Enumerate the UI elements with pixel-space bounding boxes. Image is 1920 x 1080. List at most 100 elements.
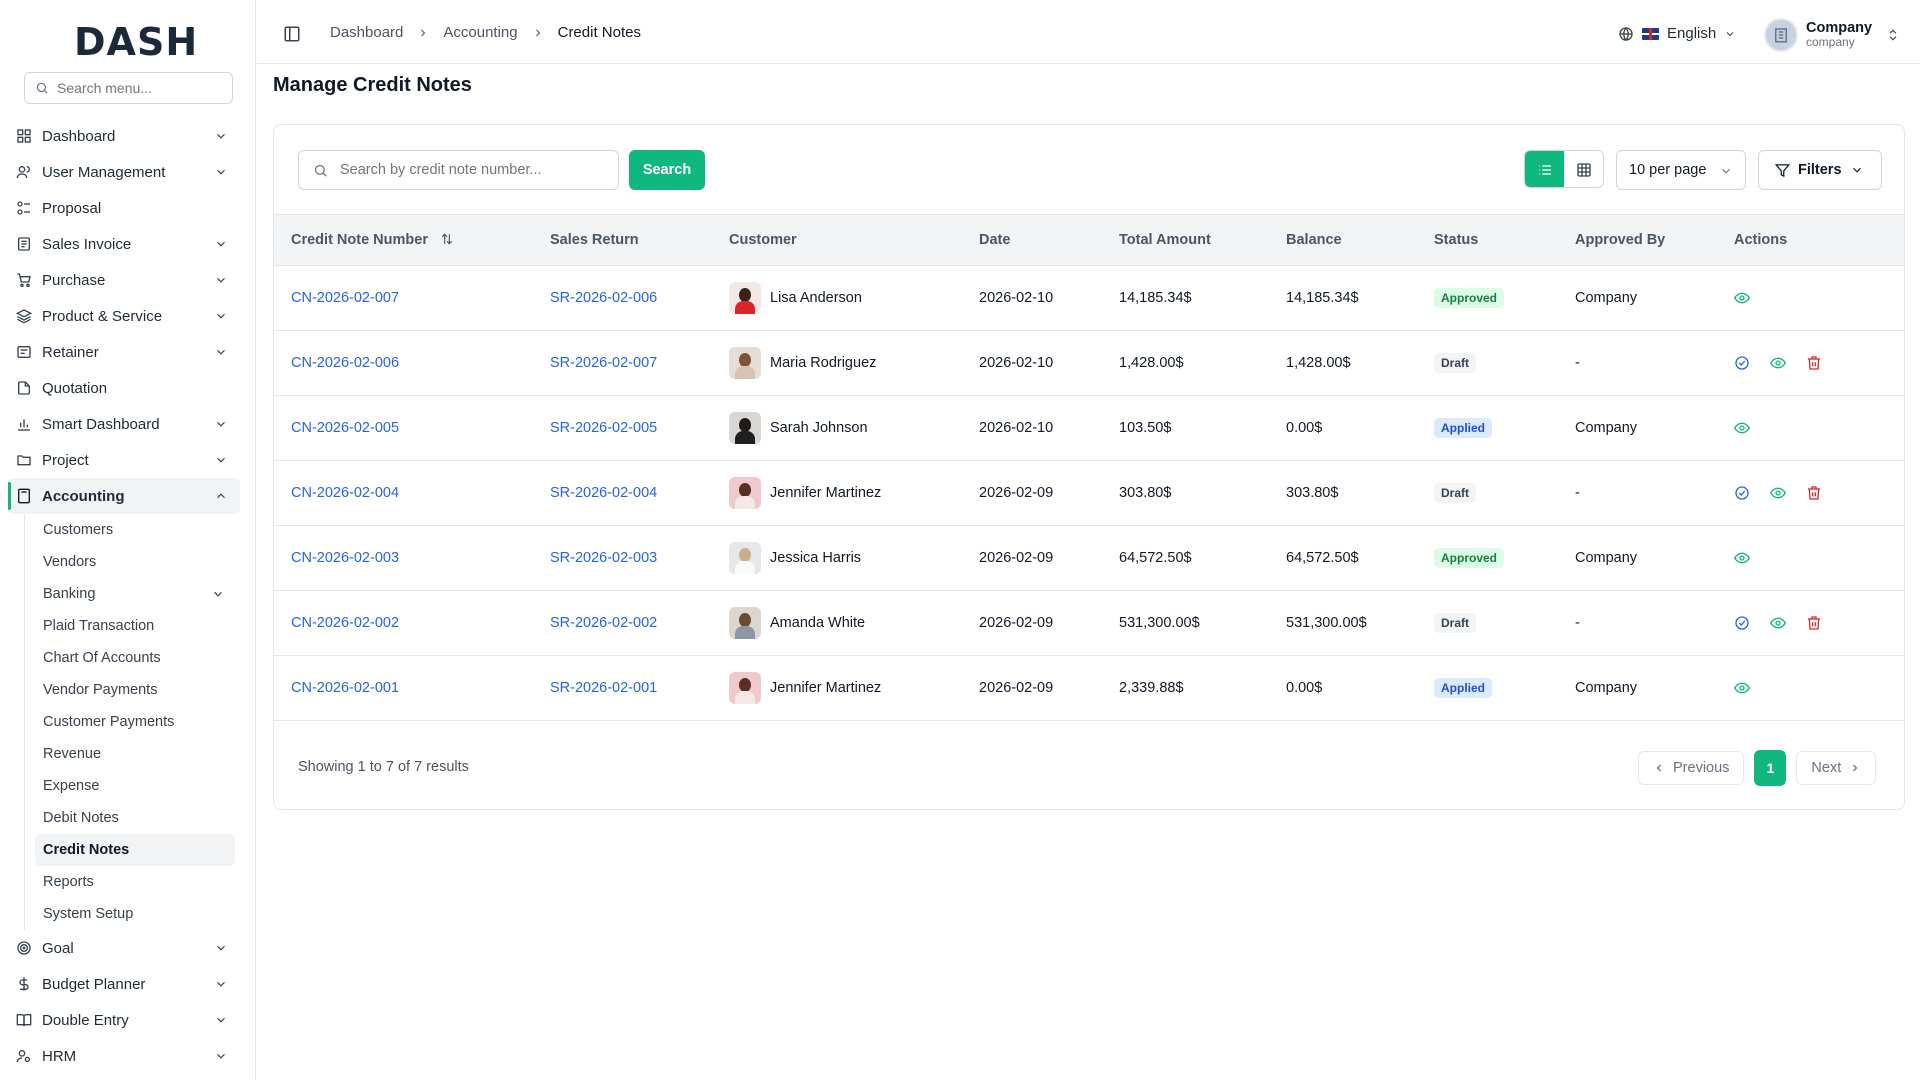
sales-return-link[interactable]: SR-2026-02-005 xyxy=(533,395,712,460)
credit-note-number-link[interactable]: CN-2026-02-003 xyxy=(274,525,533,590)
sidebar-item-budget-planner[interactable]: Budget Planner xyxy=(8,966,240,1002)
sidebar-item-sales-invoice[interactable]: Sales Invoice xyxy=(8,226,240,262)
sidebar-subitem-customer-payments[interactable]: Customer Payments xyxy=(35,706,235,738)
sidebar-item-product-service[interactable]: Product & Service xyxy=(8,298,240,334)
company-switcher[interactable]: Company company xyxy=(1764,18,1900,52)
sidebar-item-label: Double Entry xyxy=(42,1011,129,1029)
view-toggle xyxy=(1524,150,1604,188)
page-number-button[interactable]: 1 xyxy=(1754,750,1787,786)
column-header-label: Credit Note Number xyxy=(291,231,428,248)
search-input[interactable] xyxy=(340,162,610,178)
credit-note-number-link[interactable]: CN-2026-02-005 xyxy=(274,395,533,460)
results-summary: Showing 1 to 7 of 7 results xyxy=(298,759,469,775)
approve-icon[interactable] xyxy=(1734,355,1750,371)
sidebar-subitem-expense[interactable]: Expense xyxy=(35,770,235,802)
next-page-button[interactable]: Next xyxy=(1796,751,1877,785)
search-box[interactable] xyxy=(298,150,619,190)
sort-icon[interactable] xyxy=(440,232,454,246)
customer-avatar xyxy=(729,281,761,314)
balance-cell: 64,572.50$ xyxy=(1286,549,1359,566)
status-badge: Approved xyxy=(1434,287,1505,308)
sales-return-link[interactable]: SR-2026-02-004 xyxy=(533,460,712,525)
column-header-credit-note-number[interactable]: Credit Note Number xyxy=(274,215,533,266)
previous-page-button[interactable]: Previous xyxy=(1638,751,1745,785)
view-icon[interactable] xyxy=(1770,615,1786,631)
sidebar-item-double-entry[interactable]: Double Entry xyxy=(8,1002,240,1038)
sales-return-link[interactable]: SR-2026-02-007 xyxy=(533,330,712,395)
total-amount-cell: 531,300.00$ xyxy=(1119,614,1200,631)
filters-button[interactable]: Filters xyxy=(1758,150,1882,190)
language-label: English xyxy=(1667,25,1717,42)
column-header-sales-return: Sales Return xyxy=(533,215,712,266)
breadcrumb-accounting[interactable]: Accounting xyxy=(443,24,517,41)
customer-name: Maria Rodriguez xyxy=(770,354,877,371)
view-icon[interactable] xyxy=(1734,550,1750,566)
delete-icon[interactable] xyxy=(1806,615,1822,631)
credit-note-number-link[interactable]: CN-2026-02-007 xyxy=(274,265,533,330)
view-icon[interactable] xyxy=(1770,355,1786,371)
delete-icon[interactable] xyxy=(1806,355,1822,371)
credit-note-number-link[interactable]: CN-2026-02-006 xyxy=(274,330,533,395)
delete-icon[interactable] xyxy=(1806,485,1822,501)
customer-name: Sarah Johnson xyxy=(770,419,868,436)
sidebar-subitem-banking[interactable]: Banking xyxy=(35,578,235,610)
sidebar-item-proposal[interactable]: Proposal xyxy=(8,190,240,226)
sidebar-subitem-chart-of-accounts[interactable]: Chart Of Accounts xyxy=(35,642,235,674)
sidebar-item-retainer[interactable]: Retainer xyxy=(8,334,240,370)
search-button[interactable]: Search xyxy=(629,150,705,190)
sidebar-subitem-revenue[interactable]: Revenue xyxy=(35,738,235,770)
pagination: Previous 1 Next xyxy=(1638,750,1877,786)
table-row: CN-2026-02-003 SR-2026-02-003 Jessica Ha… xyxy=(274,525,1904,590)
credit-note-number-link[interactable]: CN-2026-02-001 xyxy=(274,655,533,720)
sidebar-subitem-vendors[interactable]: Vendors xyxy=(35,546,235,578)
chevron-down-icon xyxy=(217,313,225,319)
sidebar-subitem-customers[interactable]: Customers xyxy=(35,514,235,546)
sidebar-item-accounting[interactable]: Accounting xyxy=(8,478,240,514)
table-header-row: Credit Note Number Sales Return Customer… xyxy=(274,215,1904,266)
sidebar-subitem-plaid-transaction[interactable]: Plaid Transaction xyxy=(35,610,235,642)
chevron-down-icon xyxy=(1722,168,1730,174)
company-role: company xyxy=(1806,35,1855,49)
column-header-total-amount: Total Amount xyxy=(1102,215,1269,266)
sales-return-link[interactable]: SR-2026-02-002 xyxy=(533,590,712,655)
breadcrumb-dashboard[interactable]: Dashboard xyxy=(330,24,403,41)
approve-icon[interactable] xyxy=(1734,485,1750,501)
sales-return-link[interactable]: SR-2026-02-006 xyxy=(533,265,712,330)
sidebar-subitem-debit-notes[interactable]: Debit Notes xyxy=(35,802,235,834)
view-icon[interactable] xyxy=(1734,420,1750,436)
credit-note-number-link[interactable]: CN-2026-02-002 xyxy=(274,590,533,655)
view-icon[interactable] xyxy=(1734,290,1750,306)
sidebar-subitem-reports[interactable]: Reports xyxy=(35,866,235,898)
sidebar-search-input[interactable] xyxy=(57,80,217,96)
sidebar-item-quotation[interactable]: Quotation xyxy=(8,370,240,406)
sales-return-link[interactable]: SR-2026-02-001 xyxy=(533,655,712,720)
sidebar-item-project[interactable]: Project xyxy=(8,442,240,478)
sidebar-item-hrm[interactable]: HRM xyxy=(8,1038,240,1074)
sidebar-subitem-credit-notes[interactable]: Credit Notes xyxy=(35,834,235,866)
sidebar-subitem-system-setup[interactable]: System Setup xyxy=(35,898,235,930)
list-view-button[interactable] xyxy=(1525,151,1564,187)
grid-view-button[interactable] xyxy=(1564,151,1603,187)
status-badge: Draft xyxy=(1434,352,1477,373)
balance-cell: 14,185.34$ xyxy=(1286,289,1359,306)
sidebar-item-dashboard[interactable]: Dashboard xyxy=(8,118,240,154)
sidebar-subitem-vendor-payments[interactable]: Vendor Payments xyxy=(35,674,235,706)
sidebar-item-smart-dashboard[interactable]: Smart Dashboard xyxy=(8,406,240,442)
sidebar-toggle-icon[interactable] xyxy=(283,25,301,43)
sidebar-item-label: Goal xyxy=(42,939,74,957)
sidebar-item-goal[interactable]: Goal xyxy=(8,930,240,966)
view-icon[interactable] xyxy=(1734,680,1750,696)
per-page-select[interactable]: 10 per page xyxy=(1616,150,1746,190)
language-selector[interactable]: English xyxy=(1618,25,1736,42)
search-icon xyxy=(314,164,327,177)
chevron-down-icon xyxy=(217,457,225,463)
sidebar-item-purchase[interactable]: Purchase xyxy=(8,262,240,298)
sidebar-item-user-management[interactable]: User Management xyxy=(8,154,240,190)
layers-icon xyxy=(16,308,32,324)
view-icon[interactable] xyxy=(1770,485,1786,501)
credit-note-number-link[interactable]: CN-2026-02-004 xyxy=(274,460,533,525)
approve-icon[interactable] xyxy=(1734,615,1750,631)
previous-label: Previous xyxy=(1673,760,1730,776)
sales-return-link[interactable]: SR-2026-02-003 xyxy=(533,525,712,590)
sidebar-search[interactable] xyxy=(24,72,233,104)
